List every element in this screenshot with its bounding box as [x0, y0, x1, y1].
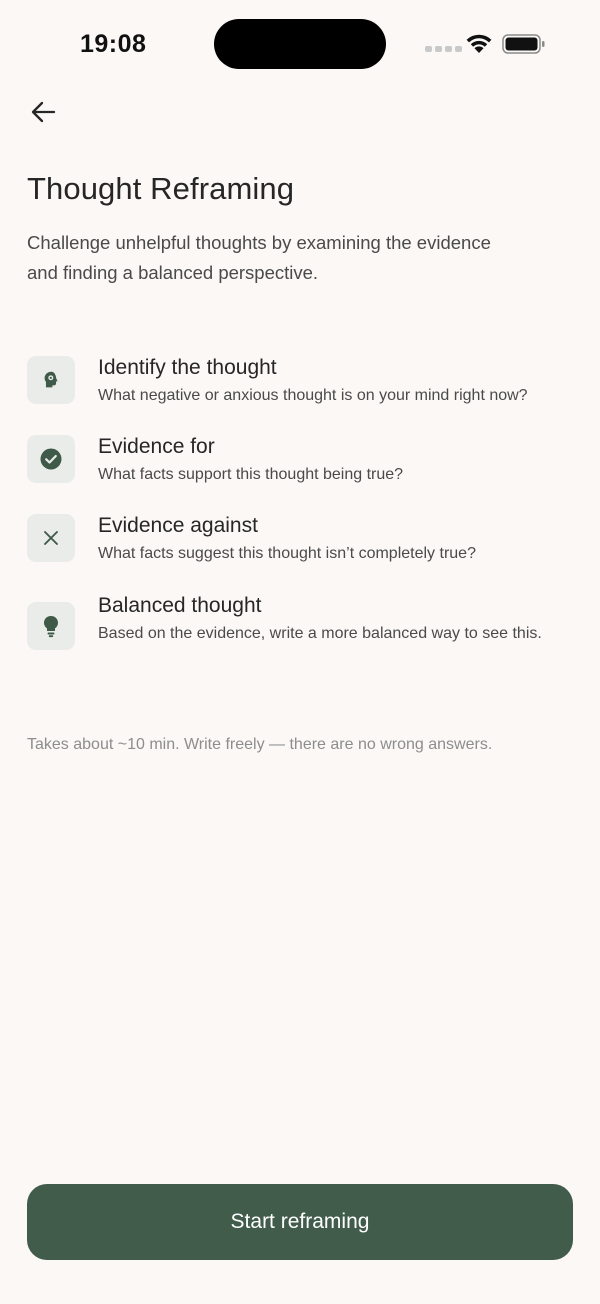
step-description: What negative or anxious thought is on y…: [98, 387, 528, 404]
lightbulb-icon: [44, 616, 58, 638]
step-icon-tile: [27, 435, 75, 483]
step-title: Identify the thought: [98, 356, 277, 379]
step-text: Identify the thought What negative or an…: [98, 354, 577, 407]
steps-list: Identify the thought What negative or an…: [27, 354, 577, 650]
step-description: What facts support this thought being tr…: [98, 466, 404, 483]
step-title: Evidence against: [98, 514, 258, 537]
step-icon-tile: [27, 602, 75, 650]
start-reframing-button[interactable]: Start reframing: [27, 1184, 573, 1260]
cellular-signal-icon: [425, 46, 462, 52]
step-title: Evidence for: [98, 435, 215, 458]
dynamic-island: [214, 19, 386, 69]
arrow-left-icon: [31, 101, 56, 123]
back-button[interactable]: [22, 92, 64, 132]
step-evidence-for: Evidence for What facts support this tho…: [27, 433, 577, 512]
step-icon-tile: [27, 356, 75, 404]
page-subtitle: Challenge unhelpful thoughts by examinin…: [27, 232, 491, 283]
step-description: Based on the evidence, write a more bala…: [98, 625, 542, 642]
step-text: Evidence for What facts support this tho…: [98, 433, 577, 486]
wifi-icon: [466, 34, 492, 53]
step-title: Balanced thought: [98, 594, 262, 617]
step-evidence-against: Evidence against What facts suggest this…: [27, 512, 577, 592]
step-text: Balanced thought Based on the evidence, …: [98, 592, 577, 645]
step-description: What facts suggest this thought isn’t co…: [98, 545, 476, 562]
page-title: Thought Reframing: [27, 171, 295, 206]
step-balanced-thought: Balanced thought Based on the evidence, …: [27, 592, 577, 650]
check-circle-icon: [40, 448, 62, 470]
step-text: Evidence against What facts suggest this…: [98, 512, 577, 565]
head-gear-icon: [44, 371, 58, 388]
step-icon-tile: [27, 514, 75, 562]
battery-icon: [502, 34, 545, 54]
screen: 19:08 Thought Reframing Challenge unhelp…: [0, 0, 600, 1304]
close-icon: [44, 531, 58, 545]
status-time: 19:08: [80, 30, 147, 58]
duration-footnote: Takes about ~10 min. Write freely — ther…: [27, 736, 493, 753]
step-identify-thought: Identify the thought What negative or an…: [27, 354, 577, 433]
